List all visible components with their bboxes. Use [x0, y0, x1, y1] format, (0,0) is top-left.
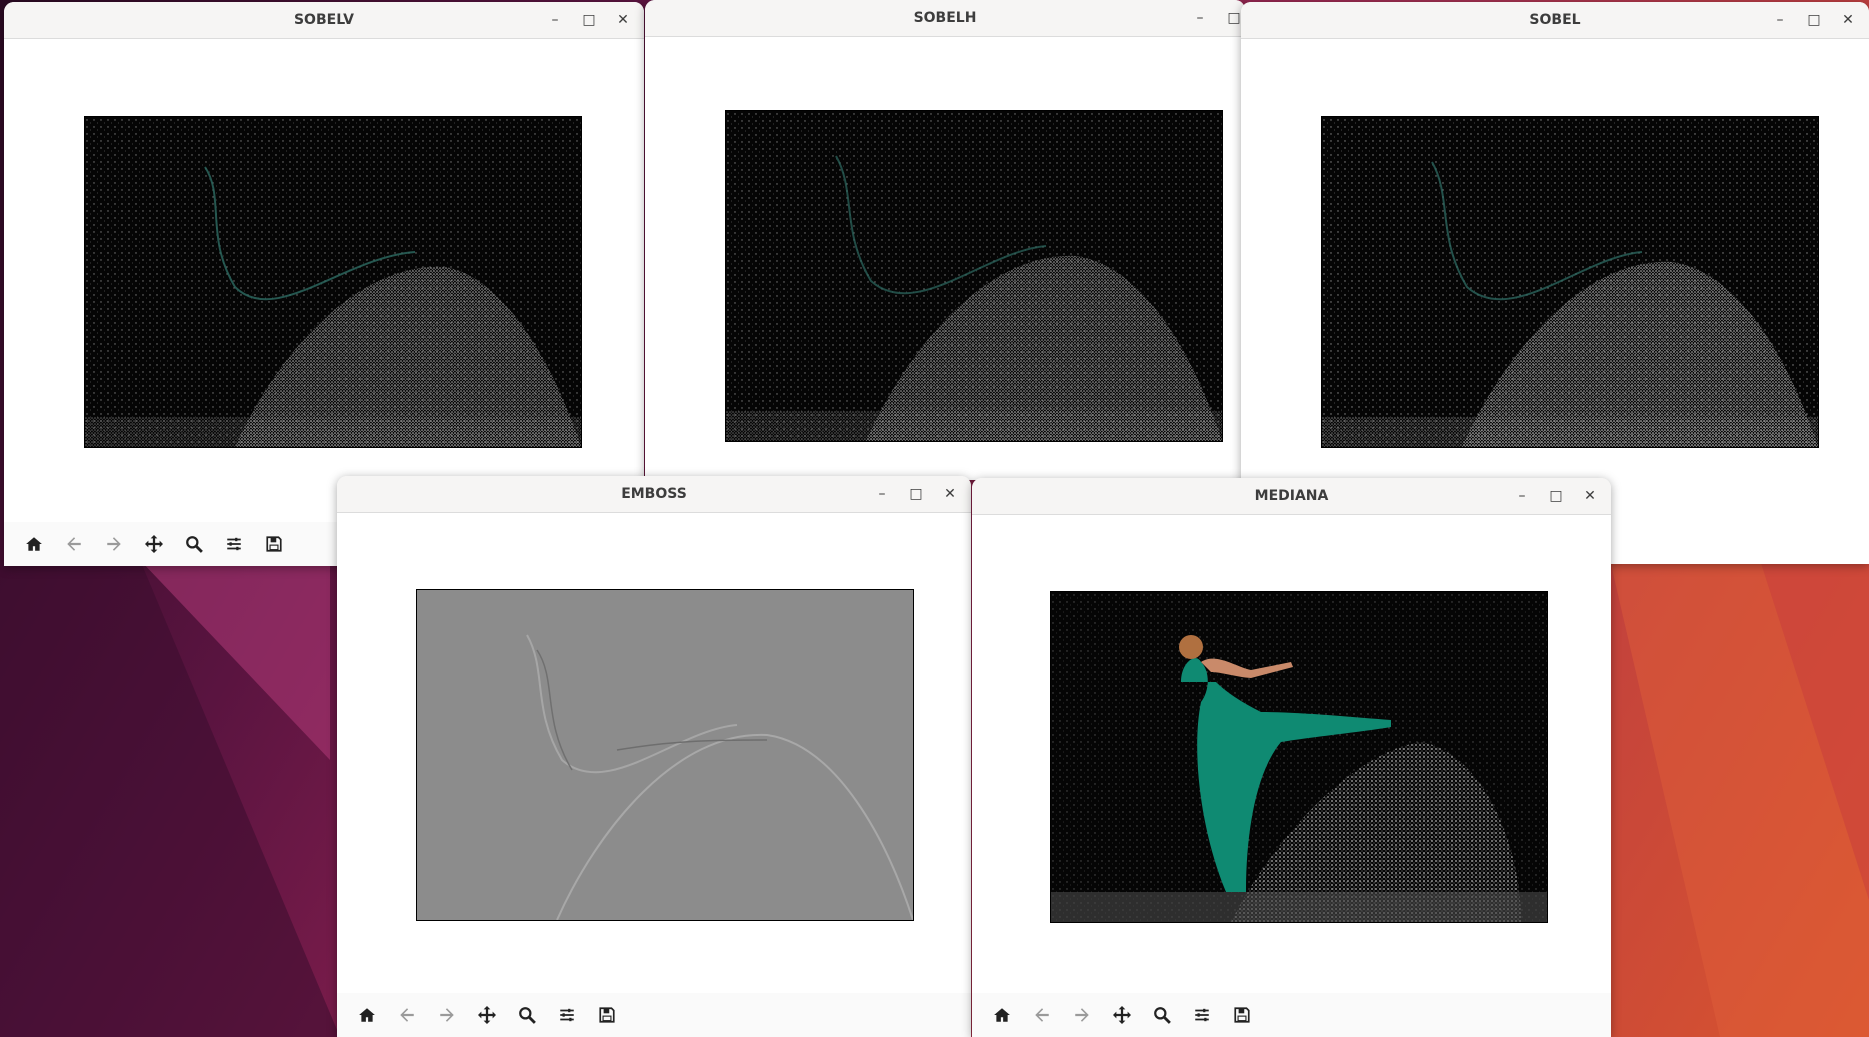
- configure-subplots-button[interactable]: [1182, 997, 1222, 1033]
- configure-subplots-button[interactable]: [547, 997, 587, 1033]
- window-title: SOBELH: [913, 10, 977, 26]
- home-button[interactable]: [347, 997, 387, 1033]
- dancer-photo: [1051, 592, 1547, 922]
- zoom-icon: [519, 1007, 536, 1024]
- plot-toolbar-emboss: [337, 993, 971, 1037]
- minimize-button[interactable]: –: [1505, 488, 1539, 504]
- zoom-button[interactable]: [1142, 997, 1182, 1033]
- plot-toolbar-mediana: [972, 993, 1611, 1037]
- forward-arrow-icon: [107, 537, 121, 551]
- image-plot-sobelv[interactable]: [84, 116, 582, 448]
- close-button[interactable]: ✕: [606, 12, 640, 28]
- close-button[interactable]: ✕: [933, 486, 967, 502]
- pan-icon: [145, 535, 163, 553]
- window-title: MEDIANA: [1254, 488, 1329, 504]
- window-emboss[interactable]: EMBOSS – □ ✕: [337, 476, 971, 1037]
- back-button[interactable]: [1022, 997, 1062, 1033]
- save-button[interactable]: [1222, 997, 1262, 1033]
- minimize-button[interactable]: –: [865, 486, 899, 502]
- maximize-button[interactable]: □: [1539, 488, 1573, 504]
- back-arrow-icon: [1035, 1008, 1049, 1022]
- forward-button[interactable]: [427, 997, 467, 1033]
- zoom-icon: [1154, 1007, 1171, 1024]
- window-title: SOBEL: [1529, 12, 1581, 28]
- back-arrow-icon: [67, 537, 81, 551]
- window-title: EMBOSS: [621, 486, 687, 502]
- back-button[interactable]: [54, 526, 94, 562]
- pan-button[interactable]: [134, 526, 174, 562]
- maximize-button[interactable]: □: [572, 12, 606, 28]
- forward-button[interactable]: [1062, 997, 1102, 1033]
- maximize-button[interactable]: □: [899, 486, 933, 502]
- zoom-icon: [186, 536, 203, 553]
- home-icon: [994, 1008, 1010, 1022]
- minimize-button[interactable]: –: [1183, 10, 1217, 26]
- home-button[interactable]: [14, 526, 54, 562]
- pan-button[interactable]: [467, 997, 507, 1033]
- configure-subplots-icon: [560, 1008, 574, 1022]
- window-title: SOBELV: [293, 12, 355, 28]
- emboss-image: [526, 634, 913, 920]
- save-icon: [599, 1007, 615, 1023]
- home-button[interactable]: [982, 997, 1022, 1033]
- maximize-button[interactable]: □: [1797, 12, 1831, 28]
- pan-icon: [1113, 1006, 1131, 1024]
- pan-icon: [478, 1006, 496, 1024]
- plot-toolbar-sobelv: [4, 522, 346, 566]
- configure-subplots-icon: [227, 537, 241, 551]
- minimize-button[interactable]: –: [538, 12, 572, 28]
- edge-image: [726, 111, 1222, 441]
- window-titlebar[interactable]: SOBELH: [645, 0, 1245, 37]
- close-button[interactable]: ✕: [1831, 12, 1865, 28]
- zoom-button[interactable]: [174, 526, 214, 562]
- image-plot-emboss[interactable]: [416, 589, 914, 921]
- close-button[interactable]: ✕: [1573, 488, 1607, 504]
- home-icon: [359, 1008, 375, 1022]
- pan-button[interactable]: [1102, 997, 1142, 1033]
- image-plot-sobel[interactable]: [1321, 116, 1819, 448]
- minimize-button[interactable]: –: [1763, 12, 1797, 28]
- image-plot-sobelh[interactable]: [725, 110, 1223, 442]
- save-button[interactable]: [254, 526, 294, 562]
- save-button[interactable]: [587, 997, 627, 1033]
- home-icon: [26, 537, 42, 551]
- back-arrow-icon: [400, 1008, 414, 1022]
- window-sobelh[interactable]: SOBELH – □: [645, 0, 1245, 480]
- image-plot-mediana[interactable]: [1050, 591, 1548, 923]
- window-mediana[interactable]: MEDIANA – □ ✕: [972, 478, 1611, 1037]
- configure-subplots-button[interactable]: [214, 526, 254, 562]
- forward-arrow-icon: [1075, 1008, 1089, 1022]
- forward-button[interactable]: [94, 526, 134, 562]
- configure-subplots-icon: [1195, 1008, 1209, 1022]
- save-icon: [1234, 1007, 1250, 1023]
- edge-image: [1322, 117, 1818, 447]
- edge-image: [85, 117, 581, 447]
- forward-arrow-icon: [440, 1008, 454, 1022]
- zoom-button[interactable]: [507, 997, 547, 1033]
- back-button[interactable]: [387, 997, 427, 1033]
- save-icon: [266, 536, 282, 552]
